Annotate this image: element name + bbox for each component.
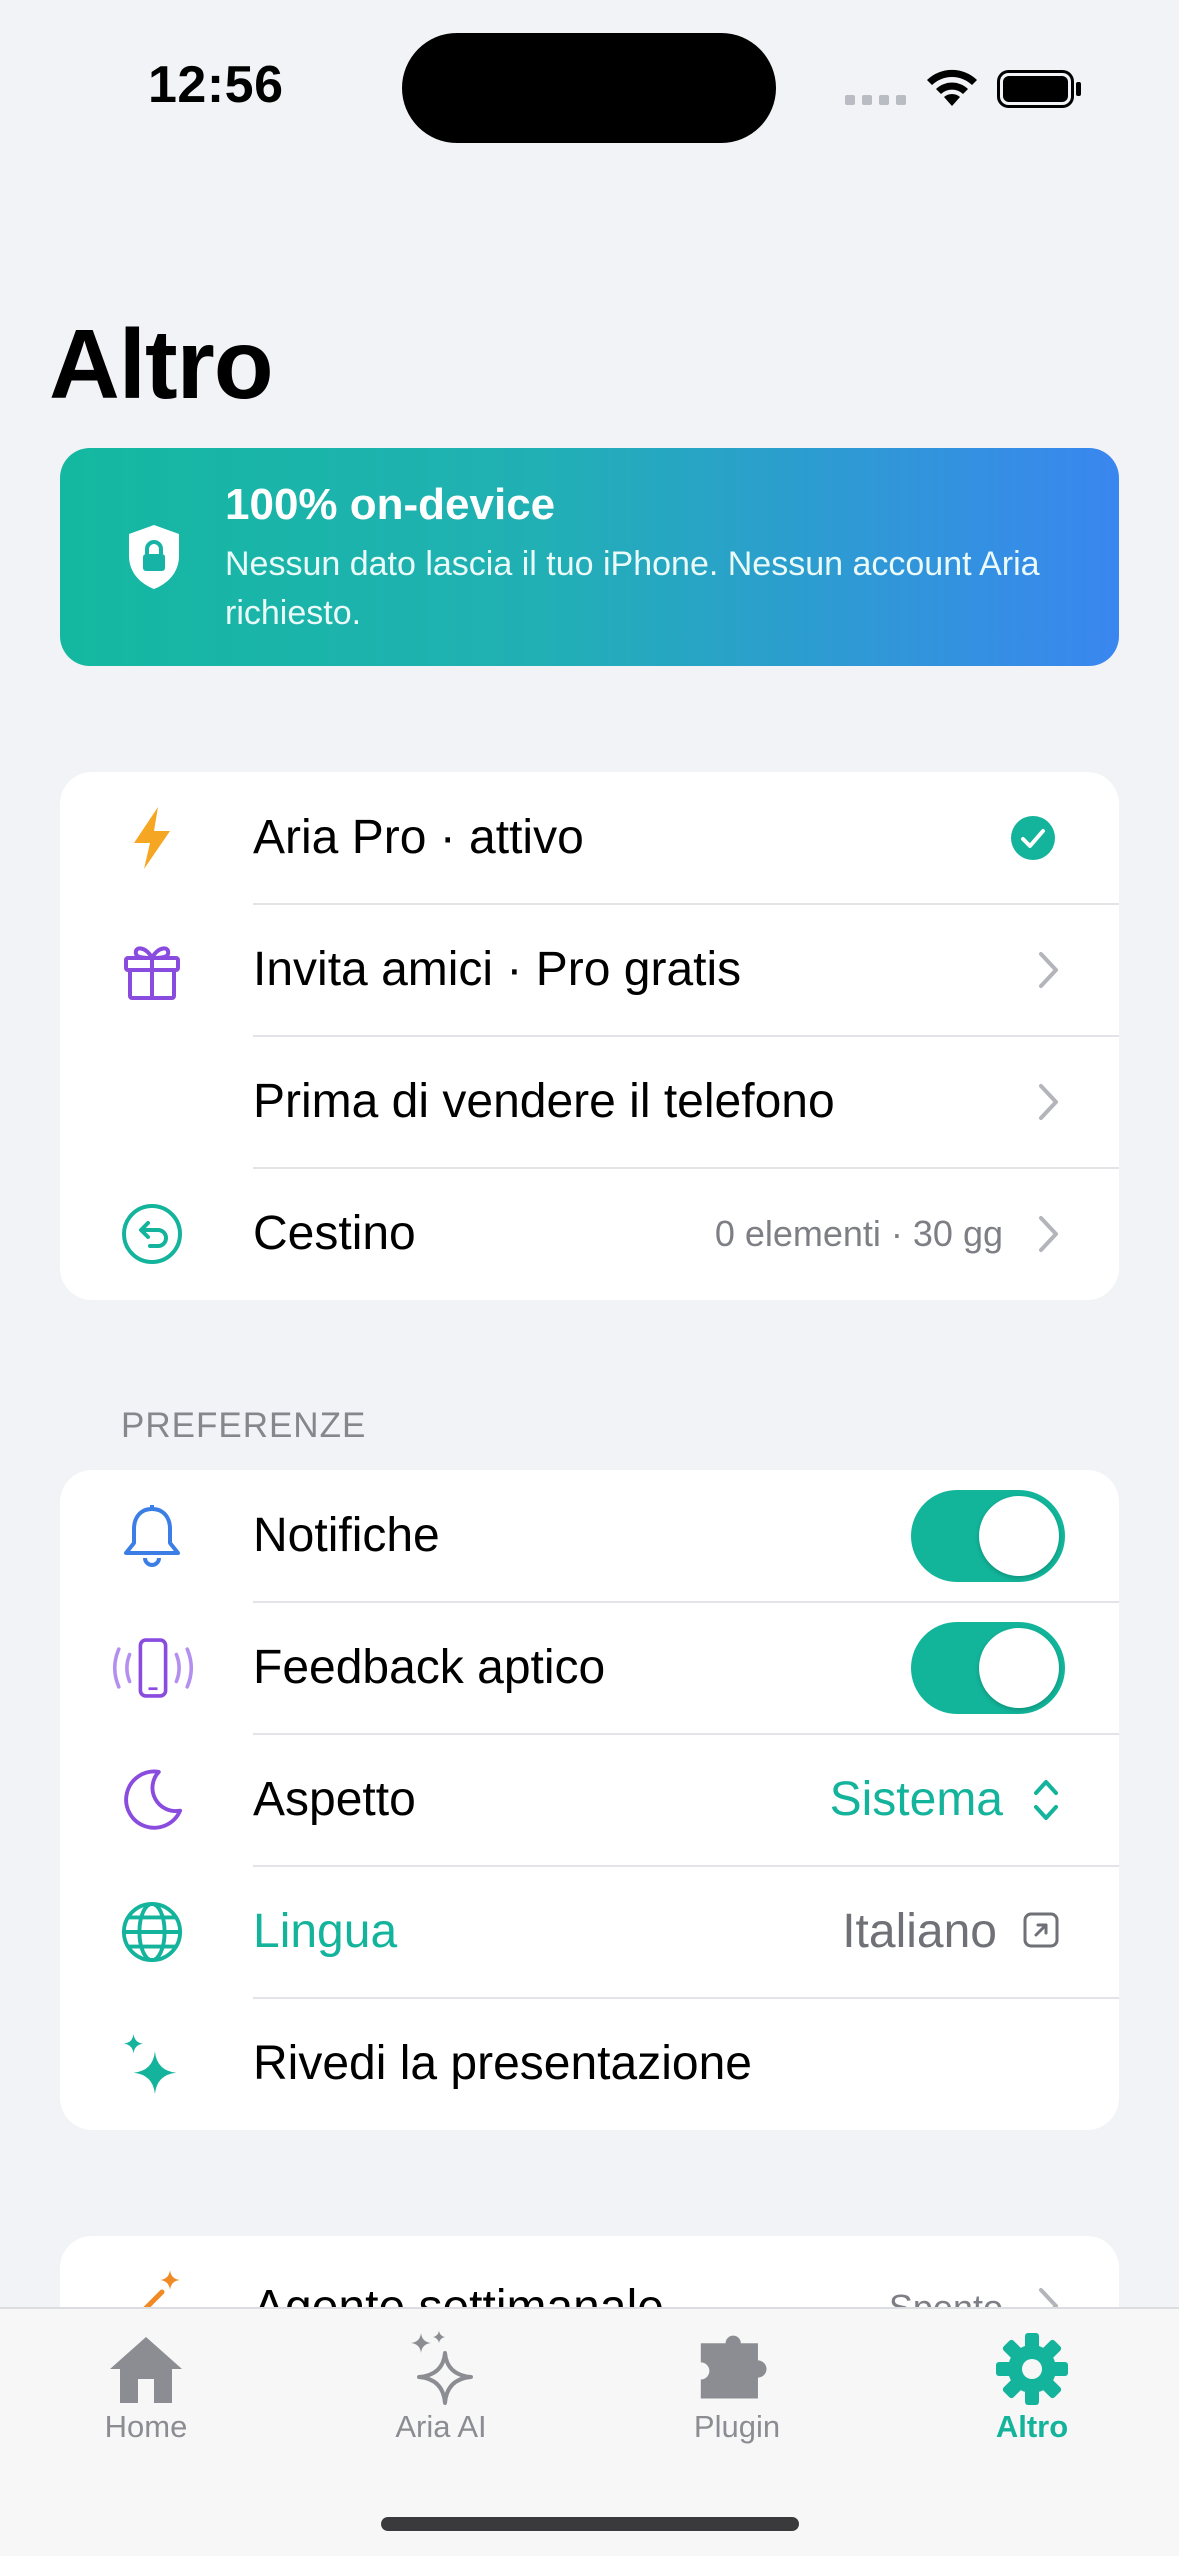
trash-restore-icon xyxy=(120,1202,184,1266)
phone-vibrate-icon xyxy=(108,1636,198,1700)
appearance-row[interactable]: Aspetto Sistema xyxy=(60,1734,1119,1866)
preferences-header: PREFERENZE xyxy=(121,1406,367,1445)
tab-altro-label: Altro xyxy=(995,2409,1069,2444)
trash-detail: 0 elementi · 30 gg xyxy=(714,1213,1003,1254)
shield-lock-icon xyxy=(129,525,179,589)
appearance-value[interactable]: Sistema xyxy=(830,1734,1003,1866)
chevron-right-icon xyxy=(1039,952,1058,988)
notifications-row: Notifiche xyxy=(60,1470,1119,1602)
preferences-card: Notifiche Feedback aptico Aspetto Sistem… xyxy=(60,1470,1119,2130)
gear-icon xyxy=(992,2329,1072,2409)
review-intro-label: Rivedi la presentazione xyxy=(253,2037,752,2090)
dynamic-island xyxy=(402,33,776,143)
sparkles-icon xyxy=(401,2329,481,2409)
aria-pro-row[interactable]: Aria Pro · attivo xyxy=(60,772,1119,904)
notifications-toggle[interactable] xyxy=(911,1490,1065,1582)
wifi-icon xyxy=(927,69,977,106)
checkmark-circle-icon xyxy=(1011,816,1055,860)
review-intro-row[interactable]: Rivedi la presentazione xyxy=(60,1998,1119,2130)
sparkles-icon xyxy=(120,2032,184,2096)
tab-aria-ai-label: Aria AI xyxy=(395,2409,487,2444)
haptic-feedback-toggle[interactable] xyxy=(911,1622,1065,1714)
chevron-right-icon xyxy=(1039,1084,1058,1120)
tab-altro[interactable]: Altro xyxy=(922,2309,1142,2459)
moon-icon xyxy=(120,1768,184,1832)
appearance-label: Aspetto xyxy=(253,1773,416,1826)
status-bar: 12:56 xyxy=(0,0,1179,170)
aria-pro-label: Aria Pro · attivo xyxy=(253,811,584,864)
chevron-right-icon xyxy=(1039,1216,1058,1252)
bolt-icon xyxy=(120,806,184,870)
account-card: Aria Pro · attivo Invita amici · Pro gra… xyxy=(60,772,1119,1300)
language-row[interactable]: Lingua Italiano xyxy=(60,1866,1119,1998)
notifications-label: Notifiche xyxy=(253,1509,440,1562)
invite-friends-label: Invita amici · Pro gratis xyxy=(253,943,742,996)
tab-plugin[interactable]: Plugin xyxy=(627,2309,847,2459)
tab-plugin-label: Plugin xyxy=(693,2409,781,2444)
cellular-signal-icon xyxy=(845,95,906,105)
before-selling-row[interactable]: Prima di vendere il telefono xyxy=(60,1036,1119,1168)
banner-text: Nessun dato lascia il tuo iPhone. Nessun… xyxy=(225,545,1040,632)
haptic-feedback-row: Feedback aptico xyxy=(60,1602,1119,1734)
external-link-icon xyxy=(1023,1912,1059,1948)
trash-row[interactable]: Cestino 0 elementi · 30 gg xyxy=(60,1168,1119,1300)
page-title: Altro xyxy=(49,309,274,419)
home-indicator xyxy=(381,2517,799,2531)
tab-aria-ai[interactable]: Aria AI xyxy=(331,2309,551,2459)
globe-icon xyxy=(120,1900,184,1964)
banner-title: 100% on-device xyxy=(225,480,556,529)
puzzle-icon xyxy=(697,2329,777,2409)
bell-icon xyxy=(120,1504,184,1568)
status-time: 12:56 xyxy=(148,56,284,114)
gift-icon xyxy=(120,938,184,1002)
tab-home-label: Home xyxy=(104,2409,188,2444)
before-selling-label: Prima di vendere il telefono xyxy=(253,1075,835,1128)
invite-friends-row[interactable]: Invita amici · Pro gratis xyxy=(60,904,1119,1036)
trash-label: Cestino xyxy=(253,1207,416,1260)
chevron-up-down-icon[interactable] xyxy=(1031,1774,1061,1826)
language-label: Lingua xyxy=(253,1905,398,1958)
language-value: Italiano xyxy=(842,1905,997,1958)
tab-home[interactable]: Home xyxy=(36,2309,256,2459)
battery-icon xyxy=(997,70,1081,108)
haptic-feedback-label: Feedback aptico xyxy=(253,1641,606,1694)
house-icon xyxy=(106,2329,186,2409)
